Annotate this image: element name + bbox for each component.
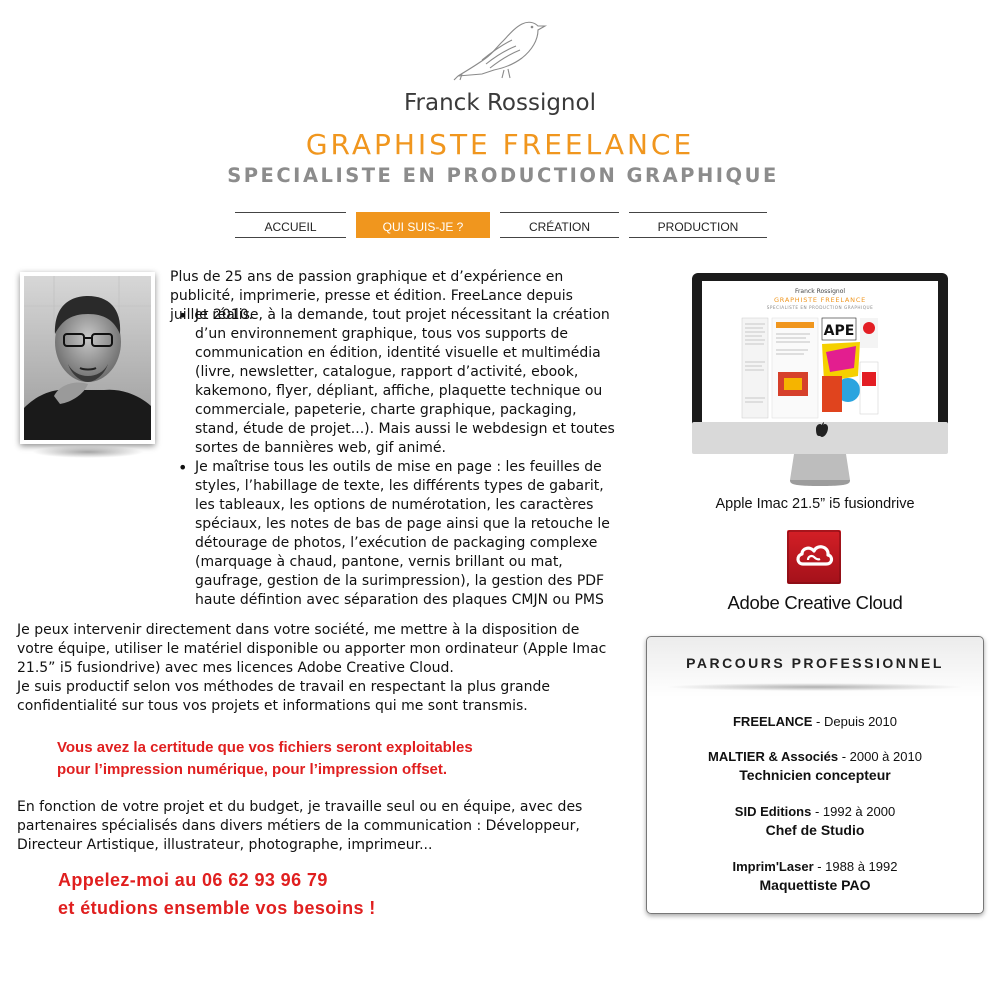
job-entry: SID Editions - 1992 à 2000 Chef de Studi…	[647, 803, 983, 840]
job-company: FREELANCE	[732, 714, 813, 729]
list-item: Je maîtrise tous les outils de mise en p…	[170, 458, 615, 610]
guarantee-line-1: Vous avez la certitude que vos fichiers …	[57, 739, 473, 756]
nav-accueil[interactable]: ACCUEIL	[235, 212, 346, 238]
nav-production[interactable]: PRODUCTION	[629, 212, 767, 238]
list-item: Je réalise, à la demande, tout projet né…	[170, 306, 615, 458]
imac-screen-name: Franck Rossignol	[795, 288, 845, 295]
adobe-cc-label: Adobe Creative Cloud	[727, 592, 903, 613]
parcours-title: PARCOURS PROFESSIONNEL	[686, 655, 944, 671]
productivity-paragraph: Je suis productif selon vos méthodes de …	[17, 679, 550, 714]
bird-logo-icon	[453, 21, 548, 81]
job-period: - 1992 à 2000	[811, 804, 896, 819]
imac-screen-ape-logo: APE	[824, 323, 855, 339]
team-text: En fonction de votre projet et du budget…	[17, 799, 583, 853]
nav-creation[interactable]: CRÉATION	[500, 212, 619, 238]
availability-paragraph: Je peux intervenir directement dans votr…	[17, 622, 607, 676]
job-period: - 1988 à 1992	[813, 859, 898, 874]
job-company: SID Editions	[734, 804, 812, 819]
imac-caption: Apple Imac 21.5” i5 fusiondrive	[715, 496, 915, 512]
job-role: Chef de Studio	[765, 822, 865, 838]
site-title: GRAPHISTE FREELANCE	[305, 128, 695, 161]
site-owner-name: Franck Rossignol	[404, 90, 596, 116]
guarantee-line-2: pour l’impression numérique, pour l’impr…	[57, 761, 448, 778]
job-company: MALTIER & Associés	[708, 749, 839, 764]
imac-image: Franck Rossignol GRAPHISTE FREELANCE SPE…	[692, 273, 948, 486]
parcours-divider	[665, 683, 965, 691]
job-role: Technicien concepteur	[739, 767, 891, 783]
job-entry: Imprim'Laser - 1988 à 1992 Maquettiste P…	[647, 858, 983, 895]
call-to-action: Appelez-moi au 06 62 93 96 79 et étudion…	[58, 866, 618, 922]
portrait-shadow	[32, 446, 144, 458]
adobe-creative-cloud-icon	[787, 530, 841, 584]
phone-line: Appelez-moi au 06 62 93 96 79	[58, 870, 328, 890]
job-period: - Depuis 2010	[812, 714, 897, 729]
cta-line-2: et étudions ensemble vos besoins !	[58, 898, 376, 918]
job-role: Maquettiste PAO	[759, 877, 871, 893]
job-period: - 2000 à 2010	[838, 749, 922, 764]
imac-screen-subtitle: SPECIALISTE EN PRODUCTION GRAPHIQUE	[767, 305, 873, 310]
availability-text: Je peux intervenir directement dans votr…	[17, 621, 617, 716]
nav-qui-suis-je[interactable]: QUI SUIS-JE ?	[356, 212, 490, 238]
parcours-panel: PARCOURS PROFESSIONNEL FREELANCE - Depui…	[646, 636, 984, 914]
site-subtitle: SPECIALISTE EN PRODUCTION GRAPHIQUE	[227, 164, 779, 187]
job-entry: FREELANCE - Depuis 2010	[647, 713, 983, 731]
imac-screen-title: GRAPHISTE FREELANCE	[774, 296, 866, 304]
guarantee-text: Vous avez la certitude que vos fichiers …	[57, 737, 617, 781]
job-entry: MALTIER & Associés - 2000 à 2010 Technic…	[647, 748, 983, 785]
skills-list: Je réalise, à la demande, tout projet né…	[170, 306, 615, 610]
portrait-photo	[20, 272, 155, 444]
job-company: Imprim'Laser	[732, 859, 814, 874]
